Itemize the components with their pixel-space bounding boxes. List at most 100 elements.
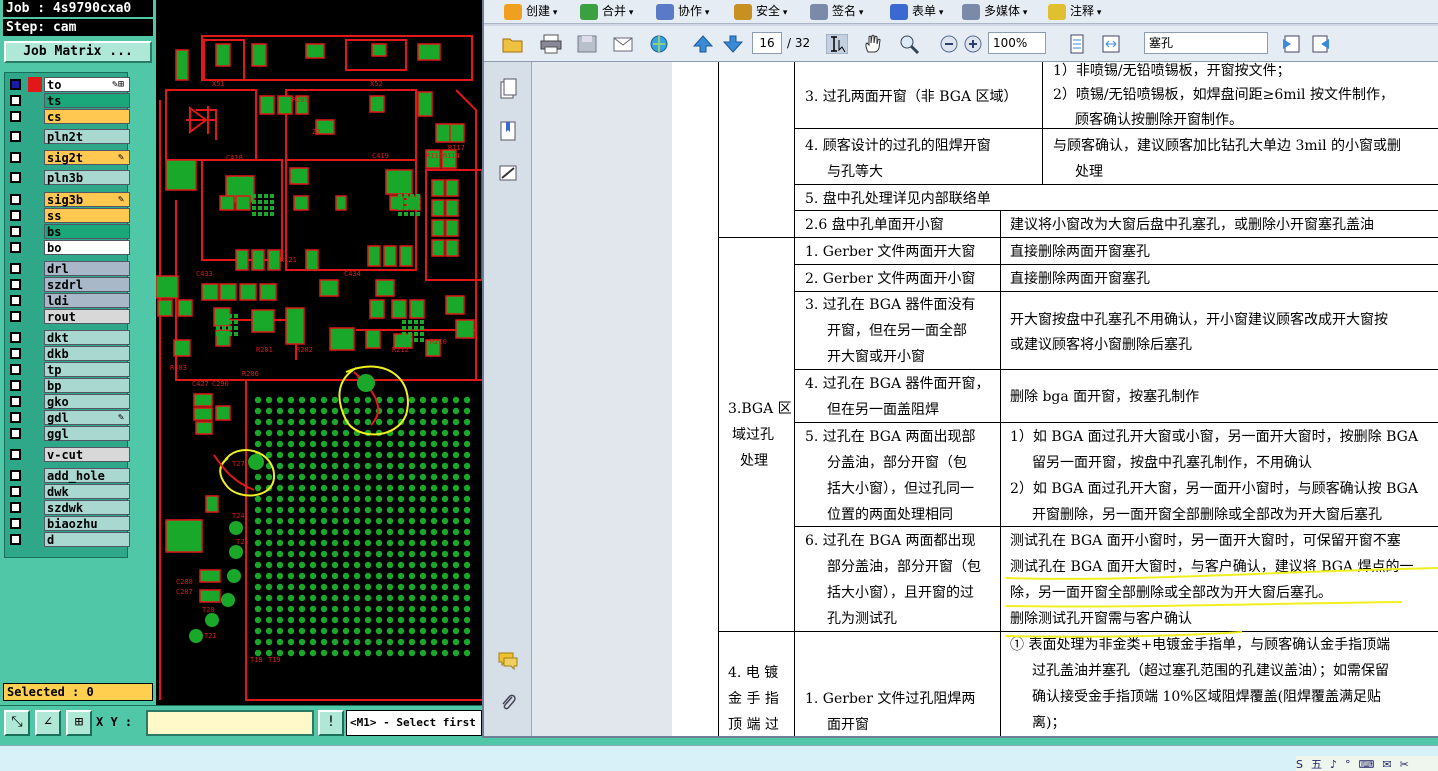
layer-checkbox[interactable] — [10, 79, 21, 90]
layer-row[interactable]: bs — [8, 224, 130, 239]
measure-button[interactable]: ∠ — [35, 710, 61, 736]
layer-name[interactable]: szdrl — [44, 277, 130, 292]
layer-row[interactable]: drl — [8, 261, 130, 276]
layer-checkbox[interactable] — [10, 131, 21, 142]
comments-panel-icon[interactable] — [498, 650, 518, 672]
combine-menu[interactable]: 合并 ▾ — [580, 2, 633, 22]
layer-name[interactable]: ggl — [44, 426, 130, 441]
layer-name[interactable]: ldi — [44, 293, 130, 308]
layer-checkbox[interactable] — [10, 412, 21, 423]
tray-icon[interactable]: ⌨ — [1359, 758, 1375, 771]
layer-checkbox[interactable] — [10, 111, 21, 122]
forms-menu[interactable]: 表单 ▾ — [890, 2, 943, 22]
zoom-tool-icon[interactable] — [898, 34, 920, 54]
layer-row[interactable]: pln2t — [8, 129, 130, 144]
pages-panel-icon[interactable] — [498, 78, 518, 100]
multimedia-menu[interactable]: 多媒体 ▾ — [962, 2, 1027, 22]
layer-checkbox[interactable] — [10, 486, 21, 497]
job-matrix-button[interactable]: Job Matrix ... — [4, 41, 152, 63]
layer-name[interactable]: rout — [44, 309, 130, 324]
layer-name[interactable]: gko — [44, 394, 130, 409]
secure-menu[interactable]: 安全 ▾ — [734, 2, 787, 22]
zoom-area-button[interactable]: ⤡ — [4, 710, 30, 736]
create-menu[interactable]: 创建 ▾ — [504, 2, 557, 22]
layer-checkbox[interactable] — [10, 194, 21, 205]
layer-row[interactable]: ss — [8, 208, 130, 223]
layer-row[interactable]: bp — [8, 378, 130, 393]
layer-name[interactable]: bp — [44, 378, 130, 393]
layer-name[interactable]: szdwk — [44, 500, 130, 515]
layer-name[interactable]: pln2t — [44, 129, 130, 144]
collaborate-menu[interactable]: 协作 ▾ — [656, 2, 709, 22]
comment-menu[interactable]: 注释 ▾ — [1048, 2, 1101, 22]
layer-row[interactable]: dwk — [8, 484, 130, 499]
layer-checkbox[interactable] — [10, 348, 21, 359]
fit-width-icon[interactable] — [1100, 34, 1122, 54]
layer-name[interactable]: dkt — [44, 330, 130, 345]
signatures-panel-icon[interactable] — [498, 162, 518, 184]
pcb-graphic-area[interactable]: X51 X52 R205 Z7 C418 C419 R116R114 R117 R121 C433… — [156, 0, 482, 705]
layer-checkbox[interactable] — [10, 152, 21, 163]
layer-checkbox[interactable] — [10, 449, 21, 460]
open-folder-icon[interactable] — [502, 34, 524, 54]
layer-row[interactable]: gdl ✎ — [8, 410, 130, 425]
fit-page-icon[interactable] — [1066, 34, 1088, 54]
hand-tool-icon[interactable] — [862, 34, 884, 54]
layer-row[interactable]: rout — [8, 309, 130, 324]
search-input[interactable]: 塞孔 — [1144, 32, 1268, 54]
tray-icon[interactable]: ✂ — [1400, 758, 1409, 771]
layer-name[interactable]: tp — [44, 362, 130, 377]
layer-row[interactable]: add_hole — [8, 468, 130, 483]
select-text-icon[interactable] — [826, 34, 848, 54]
grid-button[interactable]: ⊞ — [66, 710, 92, 736]
layer-name[interactable]: dwk — [44, 484, 130, 499]
layer-row[interactable]: ts — [8, 93, 130, 108]
layer-row[interactable]: bo — [8, 240, 130, 255]
layer-row[interactable]: sig2t ✎ — [8, 150, 130, 165]
layer-row[interactable]: szdwk — [8, 500, 130, 515]
tray-icon[interactable]: ♪ — [1330, 758, 1337, 771]
layer-checkbox[interactable] — [10, 311, 21, 322]
web-icon[interactable] — [648, 34, 670, 54]
layer-row[interactable]: biaozhu — [8, 516, 130, 531]
layer-name[interactable]: biaozhu — [44, 516, 130, 531]
layer-name[interactable]: bs — [44, 224, 130, 239]
layer-checkbox[interactable] — [10, 172, 21, 183]
layer-row[interactable]: tp — [8, 362, 130, 377]
layer-checkbox[interactable] — [10, 95, 21, 106]
layer-row[interactable]: szdrl — [8, 277, 130, 292]
layer-row[interactable]: ggl — [8, 426, 130, 441]
layer-name[interactable]: ts — [44, 93, 130, 108]
layer-row[interactable]: sig3b ✎ — [8, 192, 130, 207]
layer-row[interactable]: pln3b — [8, 170, 130, 185]
tray-icon[interactable]: S — [1296, 758, 1303, 771]
xy-input[interactable] — [146, 710, 314, 736]
next-page-icon[interactable] — [722, 34, 744, 54]
layer-row[interactable]: to ✎⊞ — [8, 77, 130, 92]
page-number-input[interactable]: 16 — [752, 32, 782, 54]
layer-name[interactable]: drl — [44, 261, 130, 276]
layer-name[interactable]: d — [44, 532, 130, 547]
alert-button[interactable]: ! — [318, 710, 344, 736]
layer-name[interactable]: v-cut — [44, 447, 130, 462]
layer-name[interactable]: ss — [44, 208, 130, 223]
sign-menu[interactable]: 签名 ▾ — [810, 2, 863, 22]
layer-checkbox[interactable] — [10, 279, 21, 290]
layer-checkbox[interactable] — [10, 263, 21, 274]
layer-checkbox[interactable] — [10, 364, 21, 375]
attachments-panel-icon[interactable] — [498, 692, 518, 714]
print-icon[interactable] — [540, 34, 562, 54]
email-icon[interactable] — [612, 34, 634, 54]
layer-checkbox[interactable] — [10, 518, 21, 529]
layer-checkbox[interactable] — [10, 295, 21, 306]
layer-row[interactable]: d — [8, 532, 130, 547]
find-previous-icon[interactable] — [1280, 34, 1302, 54]
zoom-out-icon[interactable] — [938, 34, 960, 54]
tray-icon[interactable]: ° — [1345, 758, 1351, 771]
layer-row[interactable]: ldi — [8, 293, 130, 308]
layer-row[interactable]: dkt — [8, 330, 130, 345]
tray-icon[interactable]: 五 — [1311, 758, 1322, 771]
layer-checkbox[interactable] — [10, 502, 21, 513]
layer-checkbox[interactable] — [10, 396, 21, 407]
layer-name[interactable]: bo — [44, 240, 130, 255]
